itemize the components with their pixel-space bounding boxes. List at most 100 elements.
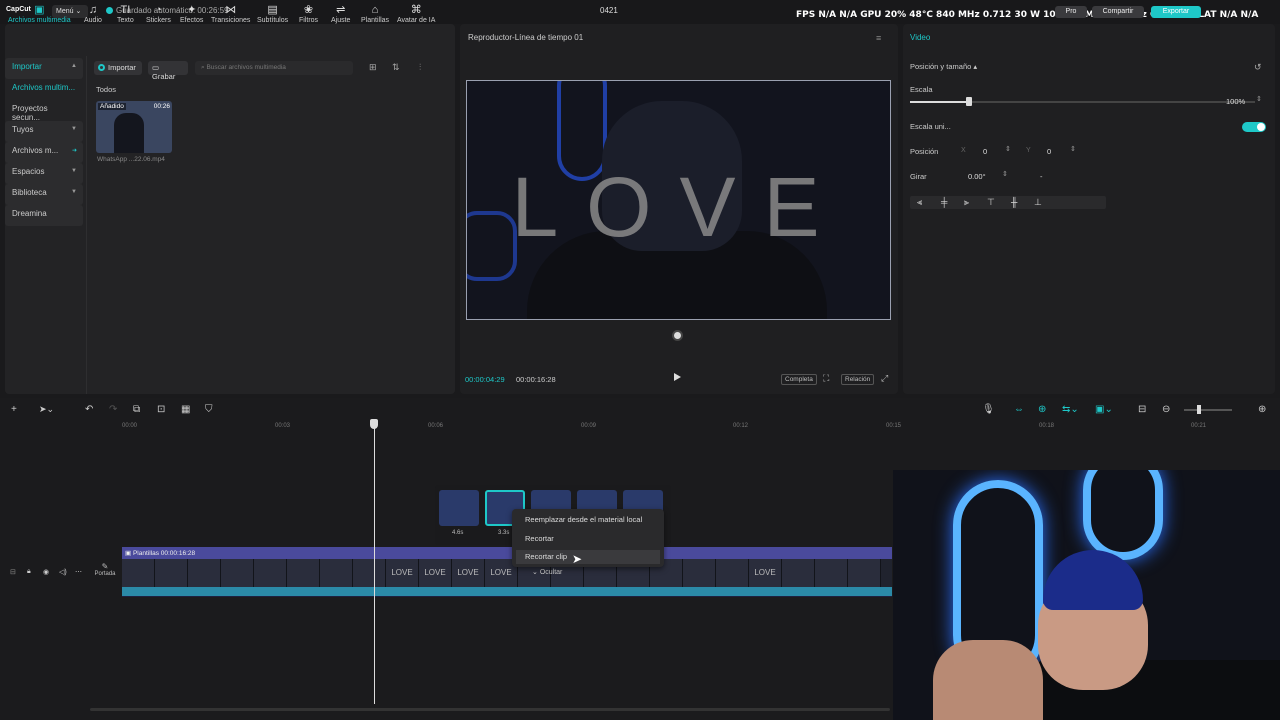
- crop-icon[interactable]: ⊡: [157, 404, 165, 415]
- menu-item-trim[interactable]: Recortar: [525, 534, 554, 543]
- align-top-icon[interactable]: ⊤: [987, 197, 995, 208]
- y-input[interactable]: 0: [1047, 147, 1051, 156]
- stepper-icon[interactable]: ⇕: [1005, 145, 1011, 153]
- sidebar-item-media[interactable]: Archivos multim...: [5, 79, 83, 100]
- grid-view-icon[interactable]: ⊞: [369, 62, 377, 73]
- tab-subtitles[interactable]: ▤ Subtítulos: [257, 4, 288, 24]
- rotate-reset-button[interactable]: -: [1040, 172, 1043, 181]
- chevron-up-icon: ▴: [973, 62, 978, 71]
- tab-stickers[interactable]: ◔ Stickers: [146, 4, 171, 24]
- transition-icon: ⋈: [225, 4, 237, 16]
- align-bottom-icon[interactable]: ⊥: [1034, 197, 1042, 208]
- snap-icon[interactable]: ⇆⌄: [1062, 404, 1079, 415]
- tab-media[interactable]: ▣ Archivos multimedia: [8, 4, 71, 24]
- full-quality-button[interactable]: Completa: [781, 374, 817, 385]
- fit-screen-icon[interactable]: ⛶: [823, 373, 829, 384]
- ruler-label: 00:00: [122, 423, 138, 429]
- align-right-icon[interactable]: ⫸: [964, 197, 969, 208]
- fullscreen-icon[interactable]: ⤢: [881, 373, 888, 384]
- record-button[interactable]: ▭ Grabar: [148, 61, 188, 81]
- tab-ai-avatar[interactable]: ⌘ Avatar de IA: [397, 4, 435, 24]
- pro-button[interactable]: Pro: [1055, 6, 1087, 18]
- tab-filters[interactable]: ❀ Filtros: [299, 4, 318, 24]
- eye-icon[interactable]: ◉: [43, 568, 49, 576]
- film-frame: [848, 559, 881, 587]
- tab-text[interactable]: TI Texto: [117, 4, 134, 24]
- zoom-in-icon[interactable]: ⊕: [1258, 404, 1266, 415]
- timeline-scrollbar[interactable]: [90, 708, 890, 711]
- hide-button[interactable]: ⌄ Ocultar: [532, 568, 562, 576]
- stepper-icon[interactable]: ⇕: [1070, 145, 1076, 153]
- tab-adjust[interactable]: ⇌ Ajuste: [331, 4, 350, 24]
- sort-icon[interactable]: ⇅: [392, 62, 400, 73]
- sidebar-item-yours[interactable]: Tuyos ▼: [5, 121, 83, 142]
- shield-icon[interactable]: ⛉: [205, 404, 213, 415]
- filter-icon[interactable]: ⫶: [419, 62, 421, 73]
- tab-transitions[interactable]: ⋈ Transiciones: [211, 4, 250, 24]
- split-icon[interactable]: ⧉: [133, 404, 140, 415]
- tab-templates[interactable]: ⌂ Plantillas: [361, 4, 389, 24]
- uniform-scale-toggle[interactable]: [1242, 122, 1266, 132]
- ratio-button[interactable]: Relación: [841, 374, 875, 385]
- stepper-icon[interactable]: ⇕: [1256, 95, 1262, 103]
- track-collapse-icon[interactable]: ⊟: [10, 568, 16, 576]
- rotate-input[interactable]: 0.00°: [968, 172, 986, 181]
- share-button[interactable]: Compartir: [1092, 6, 1144, 18]
- scale-value[interactable]: 100%: [1226, 97, 1245, 106]
- link-icon[interactable]: ⇔: [1014, 404, 1024, 415]
- tab-audio[interactable]: ♫ Audio: [84, 4, 102, 24]
- slot-duration: 4.6s: [452, 530, 464, 536]
- stepper-icon[interactable]: ⇕: [1002, 170, 1008, 178]
- sticker-icon: ◔: [155, 4, 162, 16]
- import-button[interactable]: Importar: [94, 61, 142, 75]
- zoom-out-icon[interactable]: ⊖: [1162, 404, 1170, 415]
- sidebar-item-spaces[interactable]: Espacios ▼: [5, 163, 83, 184]
- preview-axis-icon[interactable]: ▣⌄: [1095, 404, 1113, 415]
- export-button[interactable]: Exportar: [1151, 6, 1201, 18]
- slot-duration: 3.3s: [498, 530, 510, 536]
- overlay-text: LOVE: [511, 160, 848, 254]
- menu-item-crop-clip[interactable]: Recortar clip: [516, 550, 660, 564]
- sidebar-item-files[interactable]: Archivos m... ➜: [5, 142, 83, 163]
- microphone-icon[interactable]: 🎙: [982, 404, 995, 415]
- template-icon: ▣: [125, 550, 133, 557]
- tab-effects[interactable]: ✦ Efectos: [180, 4, 203, 24]
- play-icon[interactable]: [674, 373, 681, 381]
- zoom-slider[interactable]: [1184, 409, 1232, 411]
- scale-slider-fill: [910, 101, 969, 103]
- sidebar-item-import[interactable]: Importar ▲: [5, 58, 83, 79]
- film-frame: LOVE: [452, 559, 485, 587]
- cover-button[interactable]: ✎ Portada: [92, 562, 118, 586]
- tab-video[interactable]: Video: [910, 33, 930, 42]
- more-icon[interactable]: ⋯: [75, 568, 82, 576]
- video-preview[interactable]: LOVE: [466, 80, 891, 320]
- align-center-h-icon[interactable]: ╪: [941, 197, 947, 207]
- lock-icon[interactable]: 🔒︎: [27, 568, 31, 576]
- align-left-icon[interactable]: ⫷: [917, 197, 922, 208]
- menu-item-replace-local[interactable]: Reemplazar desde el material local: [525, 515, 642, 524]
- select-tool-icon[interactable]: ➤⌄: [39, 404, 54, 415]
- zoom-slider-handle[interactable]: [1197, 405, 1201, 414]
- position-size-header[interactable]: Posición y tamaño ▴: [910, 62, 977, 71]
- audio-icon[interactable]: ◁): [59, 568, 67, 576]
- sidebar-item-sub-projects[interactable]: Proyectos secun...: [5, 100, 83, 122]
- thumbnail-filename: WhatsApp ...22.06.mp4: [97, 156, 165, 163]
- add-icon[interactable]: +: [11, 404, 17, 415]
- layout-icon[interactable]: ▦: [181, 404, 190, 415]
- rotate-handle-icon[interactable]: [672, 330, 683, 341]
- sidebar-item-library[interactable]: Biblioteca ▼: [5, 184, 83, 205]
- redo-icon[interactable]: ↷: [109, 404, 117, 415]
- scale-slider-handle[interactable]: [965, 97, 972, 106]
- align-center-v-icon[interactable]: ╫: [1011, 197, 1017, 207]
- x-input[interactable]: 0: [983, 147, 987, 156]
- template-slot-thumb[interactable]: [439, 490, 479, 526]
- reset-icon[interactable]: ↺: [1254, 62, 1262, 73]
- caption-icon[interactable]: ⊟: [1138, 404, 1146, 415]
- project-title: 0421: [600, 6, 618, 15]
- undo-icon[interactable]: ↶: [85, 404, 93, 415]
- player-menu-icon[interactable]: ≡: [876, 33, 881, 43]
- media-thumbnail[interactable]: Añadido 00:26: [96, 101, 172, 153]
- magnet-icon[interactable]: ⊕: [1038, 404, 1046, 415]
- sidebar-item-dreamina[interactable]: Dreamina: [5, 205, 83, 226]
- media-search-input[interactable]: ⌕ Buscar archivos multimedia: [195, 61, 353, 75]
